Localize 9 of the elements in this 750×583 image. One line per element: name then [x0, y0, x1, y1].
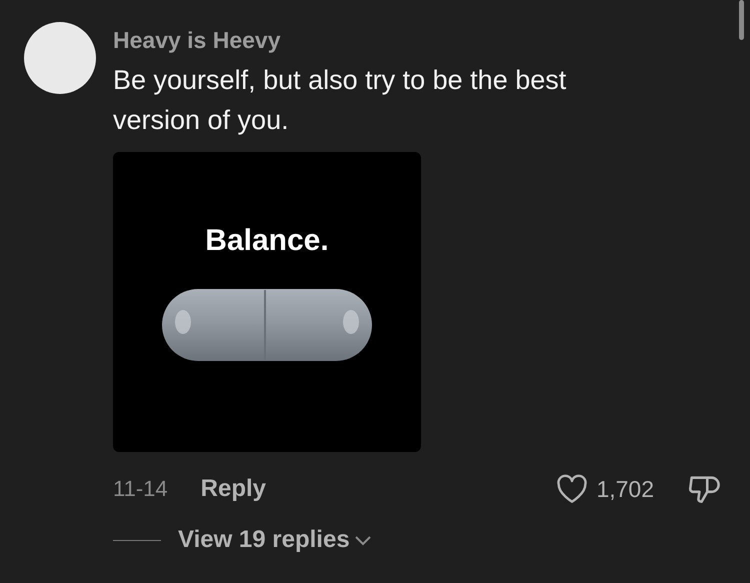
comment-date: 11-14 [113, 476, 168, 502]
comment-text: Be yourself, but also try to be the best version of you. [113, 64, 568, 137]
like-button[interactable]: 1,702 [556, 474, 654, 504]
scrollbar [739, 0, 744, 40]
comment-author[interactable]: Heavy is Heevy [113, 27, 281, 54]
chevron-down-icon [354, 534, 372, 546]
image-caption: Balance. [205, 224, 329, 258]
view-replies-button[interactable]: View 19 replies [178, 526, 372, 554]
reply-button[interactable]: Reply [200, 475, 266, 503]
